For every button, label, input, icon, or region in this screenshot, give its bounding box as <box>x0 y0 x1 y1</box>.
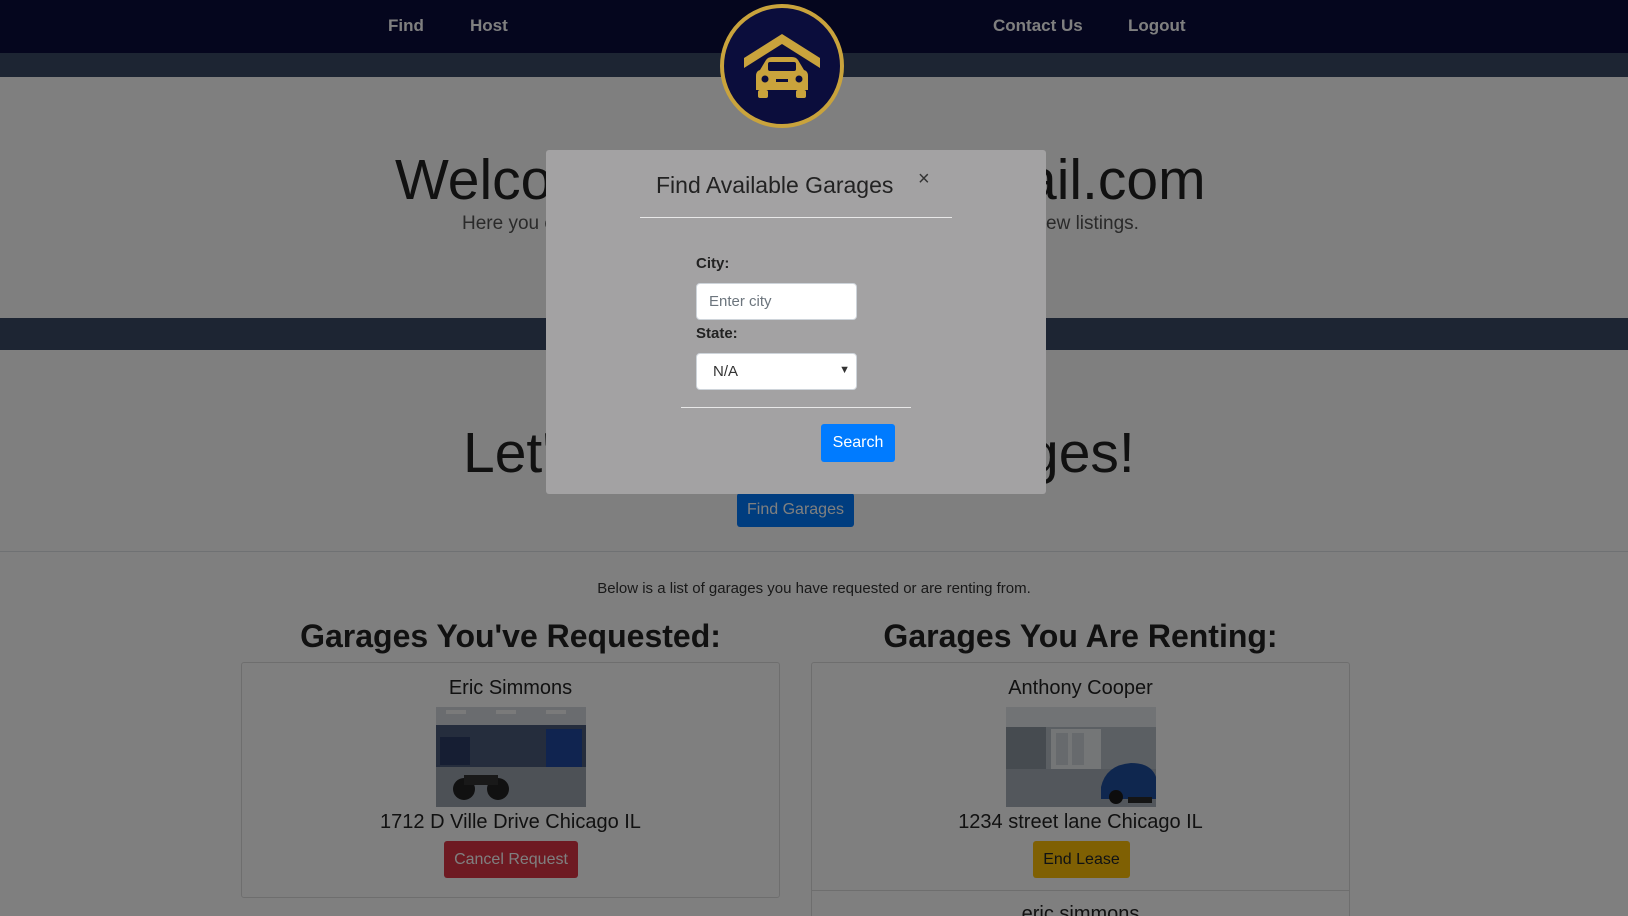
state-select[interactable]: N/A ▼ <box>696 353 857 390</box>
search-button[interactable]: Search <box>821 424 895 462</box>
modal-divider <box>640 217 952 218</box>
modal-title: Find Available Garages <box>656 172 894 198</box>
state-selected-value: N/A <box>713 363 739 380</box>
city-input[interactable] <box>696 283 857 320</box>
state-label: State: <box>696 325 738 342</box>
chevron-down-icon: ▼ <box>839 364 850 376</box>
close-icon[interactable]: × <box>918 168 930 191</box>
city-label: City: <box>696 255 730 272</box>
modal-footer-divider <box>681 407 911 408</box>
find-garages-modal: Find Available Garages × City: State: N/… <box>546 150 1046 494</box>
garage-car-logo-icon[interactable] <box>720 4 844 128</box>
